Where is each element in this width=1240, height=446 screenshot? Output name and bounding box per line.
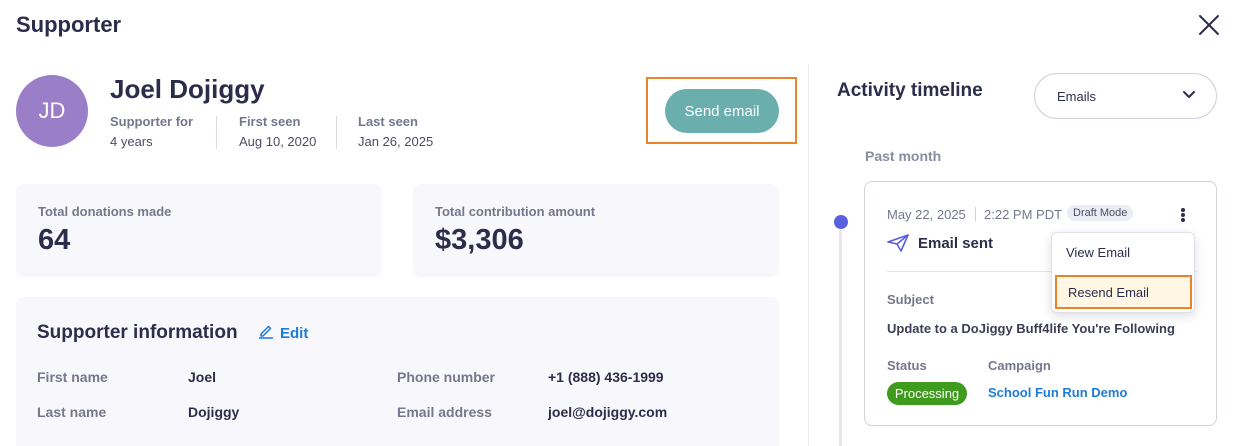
- timeline-title: Activity timeline: [837, 80, 983, 101]
- stat-card-donations: Total donations made 64: [16, 184, 382, 277]
- subject-label: Subject: [887, 292, 934, 307]
- supporter-for-label: Supporter for: [110, 114, 194, 129]
- supporter-for-value: 4 years: [110, 134, 153, 149]
- status-label: Status: [887, 358, 927, 373]
- menu-item-resend-email[interactable]: Resend Email: [1055, 275, 1192, 309]
- first-name-label: First name: [37, 369, 108, 385]
- last-seen-label: Last seen: [358, 114, 418, 129]
- date-divider: [975, 207, 976, 221]
- chevron-down-icon: [1182, 87, 1196, 105]
- first-seen-label: First seen: [239, 114, 301, 129]
- meta-divider: [216, 116, 217, 149]
- entry-date: May 22, 2025: [887, 207, 966, 222]
- campaign-link[interactable]: School Fun Run Demo: [988, 385, 1127, 400]
- supporter-name: Joel Dojiggy: [110, 74, 265, 104]
- supporter-info-section: Supporter information Edit First name Jo…: [16, 297, 779, 446]
- last-name-label: Last name: [37, 404, 107, 420]
- send-email-button[interactable]: Send email: [665, 89, 779, 133]
- phone-value: +1 (888) 436-1999: [548, 369, 664, 385]
- email-label: Email address: [397, 404, 492, 420]
- stat-label: Total contribution amount: [435, 204, 596, 219]
- filter-value: Emails: [1057, 88, 1097, 104]
- timeline-dot: [834, 215, 848, 229]
- close-icon[interactable]: [1196, 12, 1222, 38]
- timeline-period: Past month: [865, 148, 942, 164]
- entry-type: Email sent: [918, 235, 994, 252]
- supporter-for: Supporter for 4 years: [110, 114, 193, 149]
- first-name-value: Joel: [188, 369, 217, 385]
- edit-button[interactable]: Edit: [258, 323, 308, 344]
- entry-time: 2:22 PM PDT: [984, 207, 1063, 222]
- section-title: Supporter information: [37, 322, 238, 343]
- email-value: joel@dojiggy.com: [548, 404, 668, 420]
- timeline-line: [839, 230, 842, 446]
- stat-label: Total donations made: [38, 204, 172, 219]
- pencil-icon: [258, 323, 274, 344]
- stat-value: 64: [38, 224, 71, 256]
- page-title: Supporter: [16, 12, 122, 37]
- edit-label: Edit: [280, 325, 309, 342]
- panel-divider: [808, 64, 809, 446]
- avatar: JD: [16, 75, 88, 147]
- last-name-value: Dojiggy: [188, 404, 240, 420]
- first-seen: First seen Aug 10, 2020: [239, 114, 316, 149]
- timeline-filter-select[interactable]: Emails: [1034, 73, 1217, 119]
- first-seen-value: Aug 10, 2020: [239, 134, 317, 149]
- kebab-menu-icon[interactable]: [1177, 205, 1189, 225]
- draft-mode-badge: Draft Mode: [1067, 205, 1134, 221]
- phone-label: Phone number: [397, 369, 496, 385]
- last-seen-value: Jan 26, 2025: [358, 134, 434, 149]
- last-seen: Last seen Jan 26, 2025: [358, 114, 433, 149]
- subject-value: Update to a DoJiggy Buff4life You're Fol…: [887, 321, 1175, 336]
- campaign-label: Campaign: [988, 358, 1051, 373]
- stat-card-contribution: Total contribution amount $3,306: [413, 184, 779, 277]
- entry-actions-menu: View Email Resend Email: [1051, 232, 1195, 313]
- meta-divider: [336, 116, 337, 149]
- menu-item-view-email[interactable]: View Email: [1052, 235, 1196, 269]
- paper-plane-icon: [886, 233, 910, 253]
- status-badge: Processing: [887, 382, 967, 405]
- stat-value: $3,306: [435, 224, 524, 256]
